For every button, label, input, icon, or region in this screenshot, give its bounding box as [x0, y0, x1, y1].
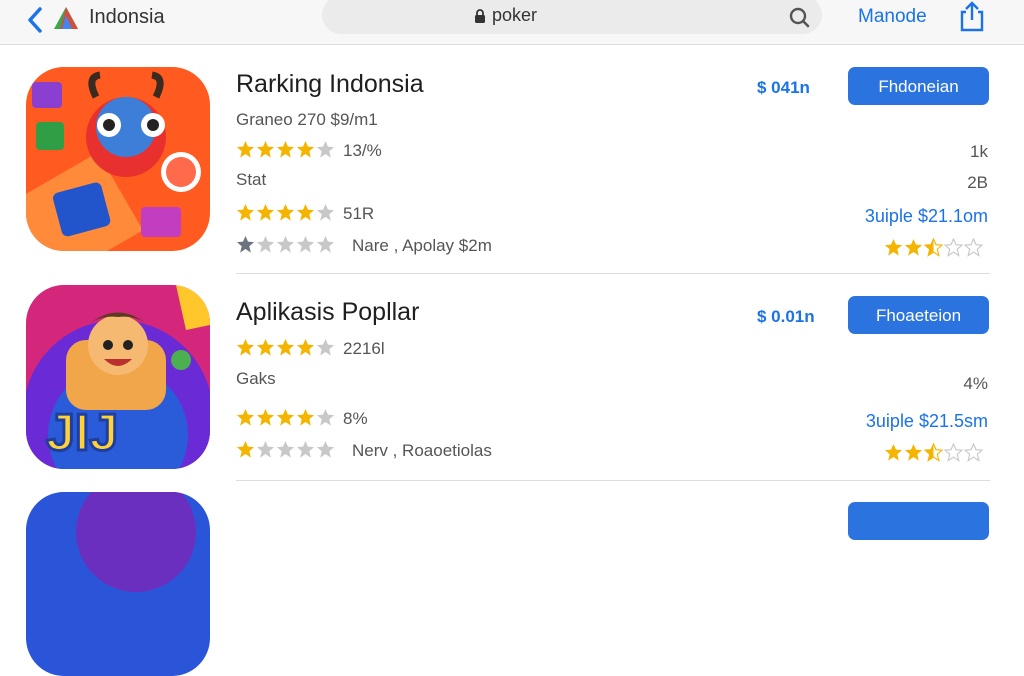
star-rating: [884, 443, 983, 462]
app-title[interactable]: Rarking Indonsia: [236, 70, 424, 99]
right-stat: 1k: [970, 142, 988, 161]
star-icon: [316, 203, 335, 221]
star-icon: [964, 238, 983, 257]
search-icon[interactable]: [788, 6, 810, 28]
star-icon: [236, 140, 255, 158]
star-icon: [316, 235, 335, 253]
divider: [236, 480, 990, 481]
install-button[interactable]: [848, 502, 989, 540]
price-info-link[interactable]: 3uiple $21.5sm: [866, 411, 988, 432]
star-icon: [236, 338, 255, 356]
star-icon: [256, 235, 275, 253]
star-icon: [884, 238, 903, 256]
star-icon: [296, 440, 315, 458]
store-logo-icon: [54, 7, 78, 29]
app-info-line: Nerv , Roaoetiolas: [352, 441, 492, 460]
star-icon: [256, 338, 275, 356]
app-info-line: Nare , Apolay $2m: [352, 236, 492, 255]
star-icon: [256, 140, 275, 158]
app-title[interactable]: Aplikasis Popllar: [236, 298, 419, 327]
lock-icon: [475, 9, 485, 23]
rating-count: 2216l: [343, 339, 385, 358]
star-rating: [236, 203, 335, 223]
star-icon: [924, 443, 943, 462]
app-name: Indonsia: [89, 6, 165, 28]
star-icon: [296, 338, 315, 356]
app-meta: Graneo 270 $9/m1: [236, 110, 378, 129]
star-icon: [904, 238, 923, 256]
price-label: $ 0.01n: [757, 307, 815, 326]
price-info-link[interactable]: 3uiple $21.1om: [865, 206, 988, 227]
star-icon: [236, 203, 255, 221]
rating-count: 51R: [343, 204, 375, 223]
star-icon: [316, 338, 335, 356]
app-icon-image[interactable]: [26, 492, 210, 676]
star-rating: [236, 440, 335, 460]
install-button[interactable]: Fhdoneian: [848, 67, 989, 105]
star-icon: [256, 408, 275, 426]
star-rating: [236, 408, 335, 428]
star-icon: [236, 235, 255, 253]
app-icon-image[interactable]: JIJ: [26, 285, 210, 469]
star-icon: [296, 235, 315, 253]
star-icon: [296, 203, 315, 221]
star-icon: [944, 443, 963, 462]
star-icon: [316, 440, 335, 458]
app-category: Stat: [236, 170, 267, 189]
header-link[interactable]: Manode: [858, 6, 927, 28]
star-rating: [236, 235, 335, 255]
divider: [236, 273, 990, 274]
address-bar[interactable]: poker: [322, 0, 822, 34]
star-icon: [276, 140, 295, 158]
star-icon: [256, 203, 275, 221]
install-button[interactable]: Fhoaeteion: [848, 296, 989, 334]
star-icon: [924, 238, 943, 257]
star-icon: [276, 440, 295, 458]
back-chevron-icon[interactable]: [24, 5, 46, 35]
url-text: poker: [492, 5, 538, 25]
rating-count: 8%: [343, 409, 368, 428]
price-label: $ 041n: [757, 78, 810, 97]
star-icon: [296, 140, 315, 158]
rating-count: 13/%: [343, 141, 382, 160]
star-icon: [276, 235, 295, 253]
star-icon: [276, 338, 295, 356]
star-icon: [236, 408, 255, 426]
app-category: Gaks: [236, 369, 276, 388]
star-rating: [236, 338, 335, 358]
star-icon: [316, 408, 335, 426]
star-icon: [964, 443, 983, 462]
star-icon: [296, 408, 315, 426]
star-icon: [256, 440, 275, 458]
right-stat: 4%: [963, 374, 988, 393]
star-icon: [884, 443, 903, 461]
right-stat: 2B: [967, 173, 988, 192]
top-bar: Indonsia poker Manode: [0, 0, 1024, 45]
app-icon-image[interactable]: [26, 67, 210, 251]
star-rating: [236, 140, 335, 160]
share-icon[interactable]: [958, 0, 986, 32]
star-icon: [904, 443, 923, 461]
svg-text:JIJ: JIJ: [46, 404, 118, 462]
star-icon: [276, 408, 295, 426]
star-icon: [944, 238, 963, 257]
star-icon: [316, 140, 335, 158]
star-icon: [236, 440, 255, 458]
star-rating: [884, 238, 983, 257]
star-icon: [276, 203, 295, 221]
